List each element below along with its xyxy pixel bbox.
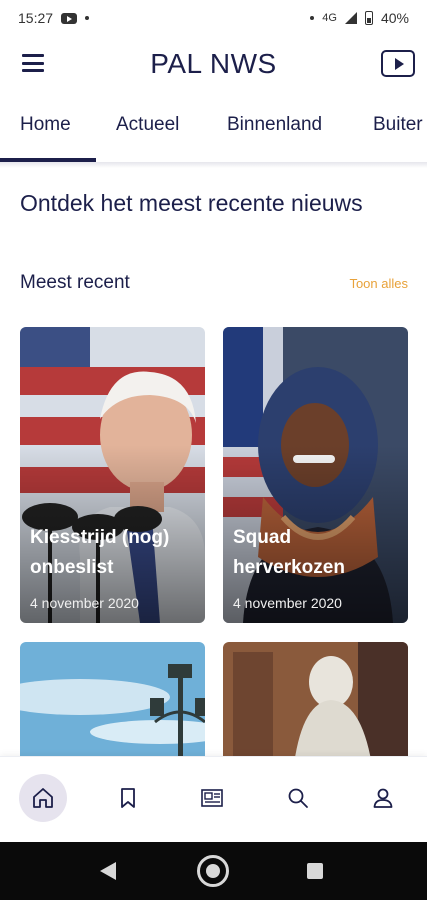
youtube-notification-icon: [61, 12, 78, 24]
status-right: 4G 40%: [310, 10, 409, 26]
nav-search[interactable]: [274, 774, 322, 822]
video-play-icon[interactable]: [381, 50, 415, 77]
article-date: 4 november 2020: [233, 595, 342, 611]
article-card[interactable]: [223, 642, 408, 772]
system-navigation-bar: [0, 842, 427, 900]
article-date: 4 november 2020: [30, 595, 139, 611]
nav-bookmarks[interactable]: [104, 774, 152, 822]
article-title: Kiesstrijd (nog) onbeslist: [30, 527, 170, 578]
article-card[interactable]: Kiesstrijd (nog) onbeslist 4 november 20…: [20, 327, 205, 623]
tab-home[interactable]: Home: [20, 114, 71, 136]
recent-apps-icon[interactable]: [307, 863, 323, 879]
bookmark-icon: [121, 788, 135, 808]
tab-binnenland[interactable]: Binnenland: [227, 114, 322, 136]
show-all-link[interactable]: Toon alles: [349, 276, 408, 291]
article-image: [20, 642, 205, 772]
app-header: PAL NWS: [0, 36, 427, 92]
section-title: Meest recent: [20, 272, 130, 293]
page-headline: Ontdek het meest recente nieuws: [20, 190, 363, 216]
status-left: 15:27: [18, 10, 90, 26]
search-icon: [288, 788, 308, 808]
nav-home[interactable]: [19, 774, 67, 822]
signal-icon: [344, 12, 357, 24]
tab-buitenland[interactable]: Buiter: [373, 114, 423, 136]
status-bar: 15:27 4G 40%: [0, 0, 427, 36]
menu-icon[interactable]: [22, 54, 44, 72]
back-icon[interactable]: [100, 862, 116, 880]
profile-icon: [373, 788, 393, 808]
category-tabs: Home Actueel Binnenland Buiter: [0, 92, 427, 162]
article-card[interactable]: Squad herverkozen 4 november 2020: [223, 327, 408, 623]
status-dot-icon: [310, 16, 315, 20]
battery-percent: 40%: [380, 10, 409, 26]
article-card[interactable]: [20, 642, 205, 772]
network-label: 4G: [322, 12, 337, 24]
system-home-icon[interactable]: [197, 855, 229, 887]
newspaper-icon: [201, 789, 223, 807]
status-time: 15:27: [18, 10, 54, 26]
nav-profile[interactable]: [359, 774, 407, 822]
app-title: PAL NWS: [150, 48, 277, 79]
notification-dot-icon: [85, 16, 90, 20]
battery-icon: [364, 11, 373, 25]
tab-actueel[interactable]: Actueel: [116, 114, 179, 136]
section-header: Meest recent Toon alles: [20, 272, 408, 294]
article-title: Squad herverkozen: [233, 527, 345, 578]
tabs-divider: [0, 162, 427, 168]
nav-newspaper[interactable]: [189, 774, 237, 822]
article-image: [223, 642, 408, 772]
home-icon: [33, 788, 53, 808]
bottom-navigation: [0, 756, 427, 842]
